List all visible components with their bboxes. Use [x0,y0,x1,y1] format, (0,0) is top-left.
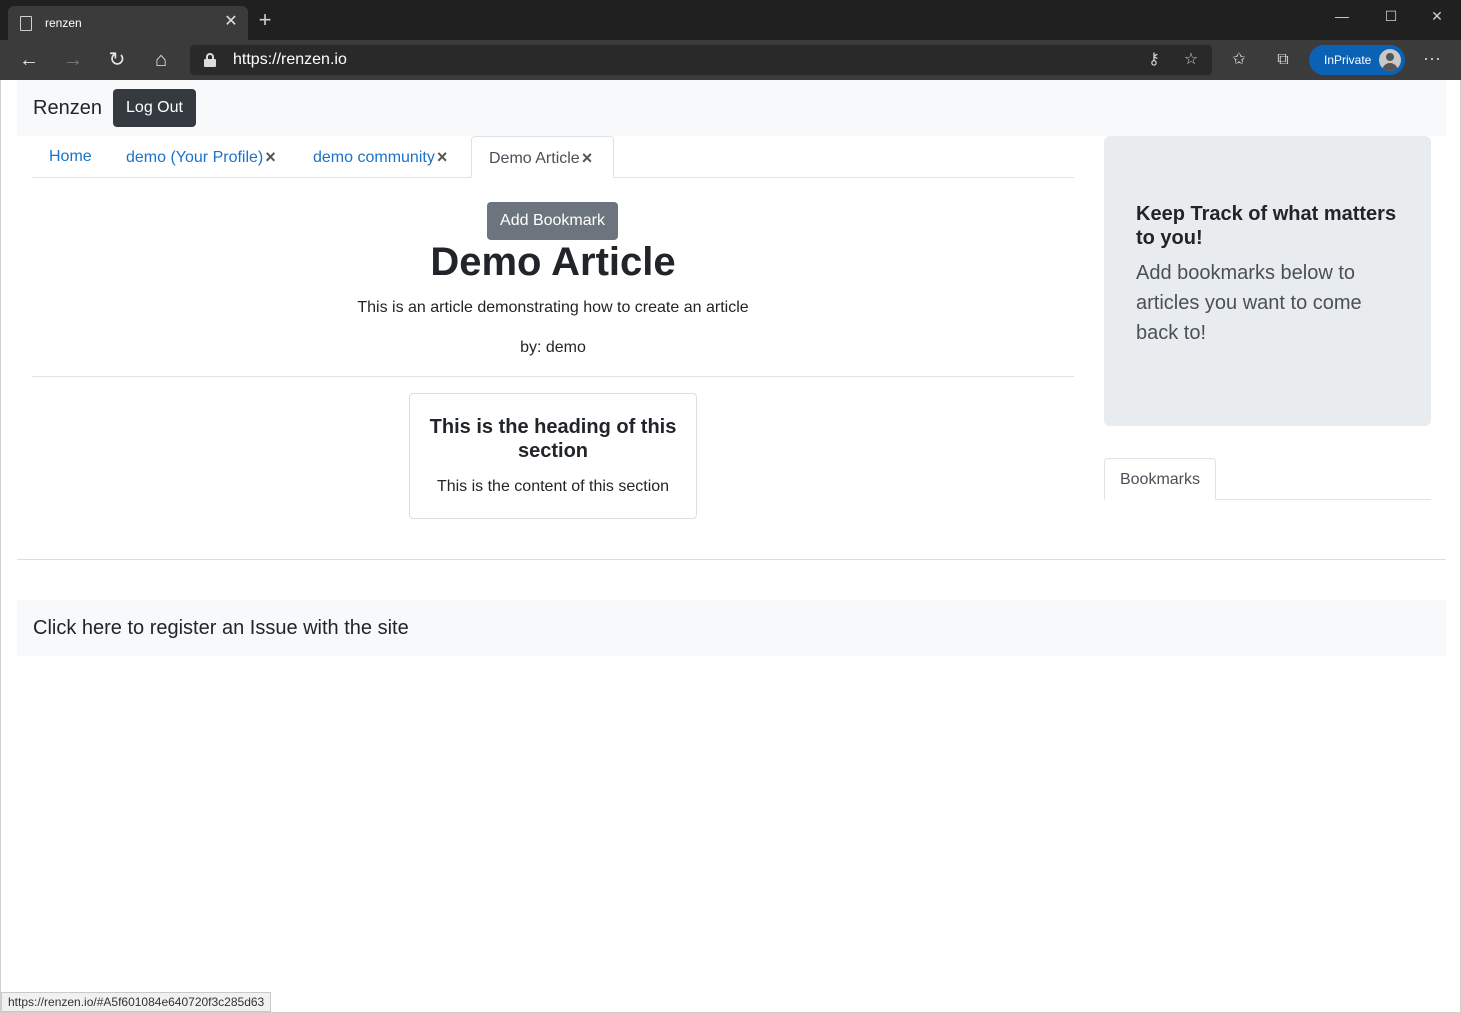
article-section-card: This is the heading of this section This… [409,393,697,519]
article-author: by: demo [520,339,586,356]
close-window-icon[interactable]: ✕ [1425,4,1449,28]
section-heading: This is the heading of this section [429,416,677,462]
tab-article[interactable]: Demo Article × [471,136,614,178]
jumbotron-text: Add bookmarks below to articles you want… [1136,262,1362,344]
new-tab-button[interactable]: + [254,9,276,32]
refresh-icon[interactable]: ↻ [103,46,131,74]
tab-profile[interactable]: demo (Your Profile) × [109,136,289,178]
tab-label: Home [49,148,92,165]
avatar [1379,49,1401,71]
browser-titlebar: renzen ✕ + — ☐ ✕ [0,0,1461,40]
site-brand[interactable]: Renzen [33,97,102,120]
lock-icon [204,53,216,67]
favorites-icon[interactable]: ✩ [1227,48,1251,72]
bookmarks-jumbotron: Keep Track of what matters to you! Add b… [1104,136,1431,426]
favorite-star-icon[interactable]: ☆ [1180,49,1202,71]
browser-tab[interactable]: renzen ✕ [8,6,248,40]
key-icon[interactable]: ⚷ [1143,49,1165,71]
back-icon[interactable]: ← [15,46,43,74]
article-title: Demo Article [430,240,676,284]
page-icon [20,16,32,31]
page-viewport: Renzen Log Out Home demo (Your Profile) ×… [0,80,1461,1013]
divider [32,376,1074,377]
jumbotron-heading: Keep Track of what matters to you! [1136,203,1397,249]
tab-community[interactable]: demo community × [296,136,472,178]
add-bookmark-button[interactable]: Add Bookmark [487,202,618,240]
divider [17,559,1446,560]
section-content: This is the content of this section [436,478,670,495]
register-issue-link[interactable]: Click here to register an Issue with the… [33,617,409,640]
address-bar[interactable]: https://renzen.io ⚷ ☆ [190,45,1212,75]
minimize-icon[interactable]: — [1330,4,1354,28]
close-tab-icon[interactable]: × [582,137,593,179]
collections-icon[interactable]: ⧉ [1271,48,1295,72]
tab-label: Demo Article [489,150,580,167]
inprivate-button[interactable]: InPrivate [1309,45,1405,75]
maximize-icon[interactable]: ☐ [1379,4,1403,28]
site-navbar: Renzen Log Out [17,80,1446,136]
forward-icon[interactable]: → [59,46,87,74]
home-icon[interactable]: ⌂ [147,46,175,74]
sidebar-tabs: Bookmarks [1104,458,1431,500]
logout-button[interactable]: Log Out [113,89,196,127]
tab-label: demo (Your Profile) [126,149,264,166]
site-footer: Click here to register an Issue with the… [17,600,1446,656]
address-url[interactable]: https://renzen.io [233,51,347,69]
status-bar-url: https://renzen.io/#A5f601084e640720f3c28… [1,992,272,1012]
inprivate-label: InPrivate [1324,53,1372,67]
close-tab-icon[interactable]: × [437,136,448,178]
close-tab-icon[interactable]: × [265,136,276,178]
tab-label: demo community [313,149,435,166]
more-options-icon[interactable]: ··· [1420,48,1444,72]
tab-bookmarks[interactable]: Bookmarks [1104,458,1216,500]
close-tab-icon[interactable]: ✕ [222,13,240,31]
article-description: This is an article demonstrating how to … [357,299,749,316]
page-tabs: Home demo (Your Profile) × demo community… [32,136,1074,178]
browser-tab-title: renzen [45,16,82,30]
browser-toolbar: ← → ↻ ⌂ https://renzen.io ⚷ ☆ ✩ ⧉ InPriv… [0,40,1461,80]
